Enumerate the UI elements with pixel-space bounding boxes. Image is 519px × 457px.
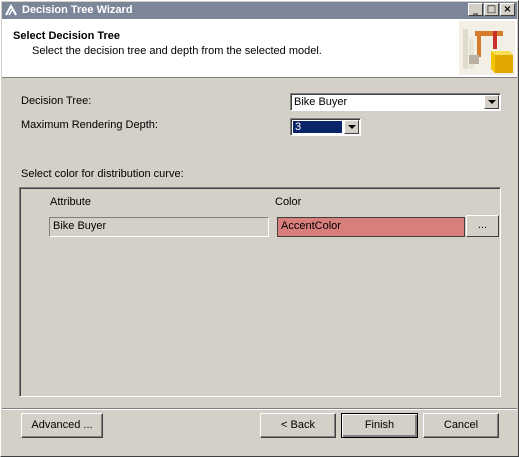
- decision-tree-icon: [457, 19, 517, 77]
- color-grid: Attribute Color Bike Buyer AccentColor .…: [19, 187, 501, 397]
- back-button[interactable]: < Back: [260, 413, 336, 438]
- page-title: Select Decision Tree: [13, 30, 120, 42]
- chevron-down-icon[interactable]: [484, 95, 499, 109]
- chevron-down-icon[interactable]: [344, 120, 359, 134]
- depth-select[interactable]: 3: [290, 118, 361, 136]
- advanced-button[interactable]: Advanced ...: [21, 413, 103, 438]
- depth-value: 3: [293, 121, 342, 133]
- minimize-button[interactable]: _: [468, 3, 483, 16]
- attribute-cell: Bike Buyer: [49, 217, 269, 237]
- footer-divider: [2, 408, 517, 410]
- close-button[interactable]: ×: [500, 3, 515, 16]
- color-cell[interactable]: AccentColor: [277, 217, 465, 237]
- wizard-app-icon: [5, 4, 17, 16]
- window-title: Decision Tree Wizard: [22, 4, 133, 16]
- depth-label: Maximum Rendering Depth:: [21, 119, 158, 131]
- color-section-label: Select color for distribution curve:: [21, 168, 184, 180]
- column-header-color: Color: [275, 196, 302, 208]
- page-subtitle: Select the decision tree and depth from …: [32, 45, 322, 57]
- wizard-window: Decision Tree Wizard _ □ × Select Decisi…: [0, 0, 519, 457]
- finish-button[interactable]: Finish: [341, 413, 418, 438]
- title-bar[interactable]: Decision Tree Wizard _ □ ×: [2, 2, 517, 19]
- decision-tree-label: Decision Tree:: [21, 95, 92, 107]
- column-header-attribute: Attribute: [50, 196, 91, 208]
- color-picker-button[interactable]: ...: [466, 215, 499, 237]
- wizard-header: Select Decision Tree Select the decision…: [2, 19, 517, 78]
- cancel-button[interactable]: Cancel: [423, 413, 499, 438]
- maximize-button[interactable]: □: [484, 3, 499, 16]
- decision-tree-value: Bike Buyer: [294, 96, 348, 108]
- decision-tree-select[interactable]: Bike Buyer: [290, 93, 501, 111]
